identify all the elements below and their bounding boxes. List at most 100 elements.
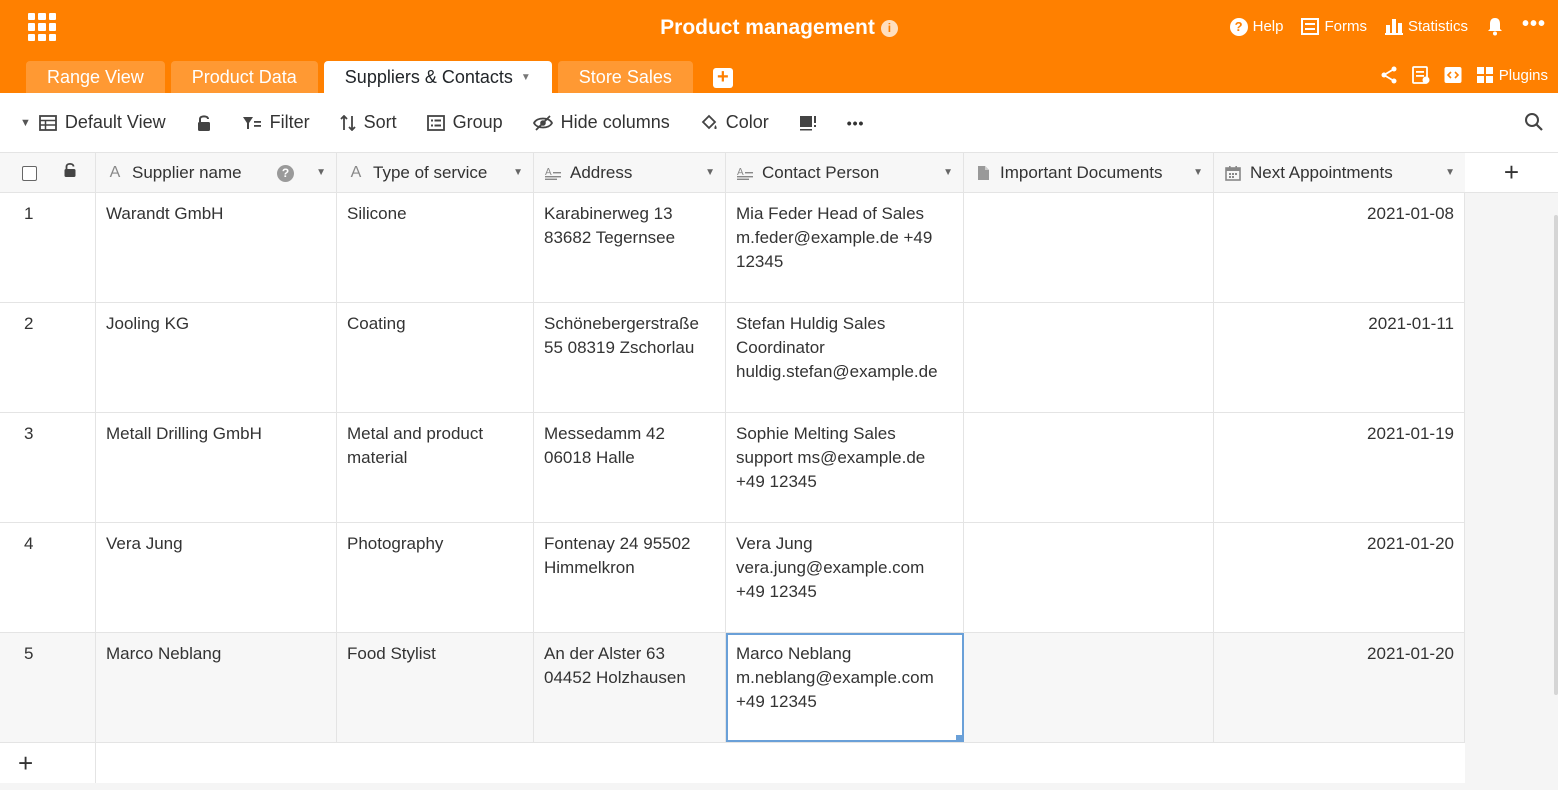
cell-important-documents[interactable] xyxy=(964,303,1214,412)
question-icon[interactable]: ? xyxy=(277,164,295,182)
view-selector[interactable]: ▼ Default View xyxy=(20,112,166,133)
search-icon[interactable] xyxy=(1524,112,1544,137)
tab-dropdown-icon[interactable]: ▼ xyxy=(521,72,531,83)
column-header-next-appointments[interactable]: Next Appointments ▼ xyxy=(1214,153,1465,193)
cell-contact-person[interactable]: Mia Feder Head of Sales m.feder@example.… xyxy=(726,193,964,302)
base-title-text: Product management xyxy=(660,16,875,39)
cell-next-appointment[interactable]: 2021-01-20 xyxy=(1214,633,1465,742)
row-index: 5 xyxy=(0,633,96,742)
column-menu-icon[interactable]: ▼ xyxy=(1193,161,1203,185)
group-button[interactable]: Group xyxy=(426,112,503,133)
sort-button[interactable]: Sort xyxy=(339,112,397,133)
table-row[interactable]: 1 Warandt GmbH Silicone Karabinerweg 13 … xyxy=(0,193,1465,303)
column-menu-icon[interactable]: ▼ xyxy=(513,161,523,185)
tab-suppliers-contacts[interactable]: Suppliers & Contacts ▼ xyxy=(323,61,552,93)
cell-address[interactable]: Messedamm 42 06018 Halle xyxy=(534,413,726,522)
cell-important-documents[interactable] xyxy=(964,633,1214,742)
hide-columns-button[interactable]: Hide columns xyxy=(532,112,670,133)
lock-icon[interactable] xyxy=(63,161,77,185)
table-tools: Plugins xyxy=(1380,66,1548,84)
table-row[interactable]: 5 Marco Neblang Food Stylist An der Alst… xyxy=(0,633,1465,743)
calendar-icon xyxy=(1224,165,1242,181)
share-icon[interactable] xyxy=(1380,66,1398,84)
cell-contact-person[interactable]: Stefan Huldig Sales Coordinator huldig.s… xyxy=(726,303,964,412)
cell-type-of-service[interactable]: Food Stylist xyxy=(337,633,534,742)
paint-bucket-icon xyxy=(700,114,718,132)
cell-contact-person[interactable]: Vera Jung vera.jung@example.com +49 1234… xyxy=(726,523,964,632)
header-controls xyxy=(0,153,96,193)
lock-view-button[interactable] xyxy=(196,114,212,132)
tab-range-view[interactable]: Range View xyxy=(26,61,165,93)
cell-next-appointment[interactable]: 2021-01-20 xyxy=(1214,523,1465,632)
plugins-button[interactable]: Plugins xyxy=(1476,66,1548,84)
table-settings-icon[interactable] xyxy=(1411,66,1430,84)
column-menu-icon[interactable]: ▼ xyxy=(316,161,326,185)
column-label: Address xyxy=(570,163,633,182)
table-row[interactable]: 4 Vera Jung Photography Fontenay 24 9550… xyxy=(0,523,1465,633)
cell-supplier-name[interactable]: Vera Jung xyxy=(96,523,337,632)
statistics-button[interactable]: Statistics xyxy=(1384,18,1468,35)
cell-address[interactable]: Schönebergerstraße 55 08319 Zschorlau xyxy=(534,303,726,412)
cell-important-documents[interactable] xyxy=(964,193,1214,302)
forms-button[interactable]: Forms xyxy=(1301,18,1367,35)
cell-supplier-name[interactable]: Jooling KG xyxy=(96,303,337,412)
row-height-button[interactable] xyxy=(799,115,817,131)
column-menu-icon[interactable]: ▼ xyxy=(943,161,953,185)
cell-next-appointment[interactable]: 2021-01-11 xyxy=(1214,303,1465,412)
cell-text: Marco Neblang m.neblang@example.com +49 … xyxy=(736,644,934,711)
table-row[interactable]: 3 Metall Drilling GmbH Metal and product… xyxy=(0,413,1465,523)
forms-icon xyxy=(1301,18,1320,35)
cell-type-of-service[interactable]: Metal and product material xyxy=(337,413,534,522)
cell-important-documents[interactable] xyxy=(964,523,1214,632)
cell-address[interactable]: An der Alster 63 04452 Holzhausen xyxy=(534,633,726,742)
table-row[interactable]: 2 Jooling KG Coating Schönebergerstraße … xyxy=(0,303,1465,413)
more-toolbar-icon[interactable]: ••• xyxy=(847,115,865,131)
cell-address[interactable]: Fontenay 24 95502 Himmelkron xyxy=(534,523,726,632)
cell-type-of-service[interactable]: Photography xyxy=(337,523,534,632)
column-header-important-documents[interactable]: Important Documents ▼ xyxy=(964,153,1214,193)
cell-important-documents[interactable] xyxy=(964,413,1214,522)
color-label: Color xyxy=(725,112,769,132)
cell-supplier-name[interactable]: Warandt GmbH xyxy=(96,193,337,302)
help-button[interactable]: ? Help xyxy=(1229,17,1283,36)
color-button[interactable]: Color xyxy=(700,112,769,133)
column-header-type-of-service[interactable]: A Type of service ▼ xyxy=(337,153,534,193)
cell-next-appointment[interactable]: 2021-01-08 xyxy=(1214,193,1465,302)
cell-supplier-name[interactable]: Metall Drilling GmbH xyxy=(96,413,337,522)
column-label: Type of service xyxy=(373,163,488,182)
cell-next-appointment[interactable]: 2021-01-19 xyxy=(1214,413,1465,522)
more-options-icon[interactable]: ••• xyxy=(1522,14,1546,34)
filter-label: Filter xyxy=(269,112,310,132)
file-icon xyxy=(974,165,992,181)
caret-down-icon: ▼ xyxy=(20,116,31,129)
tab-product-data[interactable]: Product Data xyxy=(170,61,318,93)
column-header-address[interactable]: A Address ▼ xyxy=(534,153,726,193)
column-menu-icon[interactable]: ▼ xyxy=(705,161,715,185)
add-table-button[interactable]: + xyxy=(712,67,733,88)
cell-contact-person-selected[interactable]: Marco Neblang m.neblang@example.com +49 … xyxy=(726,633,964,742)
row-index: 3 xyxy=(0,413,96,522)
column-header-supplier-name[interactable]: A Supplier name ? ▼ xyxy=(96,153,337,193)
tab-store-sales[interactable]: Store Sales xyxy=(557,61,693,93)
cell-address[interactable]: Karabinerweg 13 83682 Tegernsee xyxy=(534,193,726,302)
grid-empty-area xyxy=(1465,193,1558,790)
notifications-button[interactable] xyxy=(1486,17,1504,36)
fill-handle[interactable] xyxy=(956,735,963,742)
select-all-checkbox[interactable] xyxy=(22,165,37,181)
script-icon[interactable] xyxy=(1444,66,1462,84)
filter-button[interactable]: Filter xyxy=(242,112,310,133)
column-menu-icon[interactable]: ▼ xyxy=(1445,161,1455,185)
sort-label: Sort xyxy=(363,112,397,132)
cell-type-of-service[interactable]: Silicone xyxy=(337,193,534,302)
plugins-icon xyxy=(1476,66,1494,84)
cell-supplier-name[interactable]: Marco Neblang xyxy=(96,633,337,742)
vertical-scrollbar[interactable] xyxy=(1554,215,1558,695)
info-icon[interactable]: i xyxy=(880,20,898,37)
add-row-button[interactable]: + xyxy=(0,743,96,783)
cell-type-of-service[interactable]: Coating xyxy=(337,303,534,412)
row-index: 4 xyxy=(0,523,96,632)
column-header-contact-person[interactable]: A Contact Person ▼ xyxy=(726,153,964,193)
tab-label: Suppliers & Contacts xyxy=(344,66,513,87)
add-column-button[interactable]: + xyxy=(1465,153,1558,193)
cell-contact-person[interactable]: Sophie Melting Sales support ms@example.… xyxy=(726,413,964,522)
